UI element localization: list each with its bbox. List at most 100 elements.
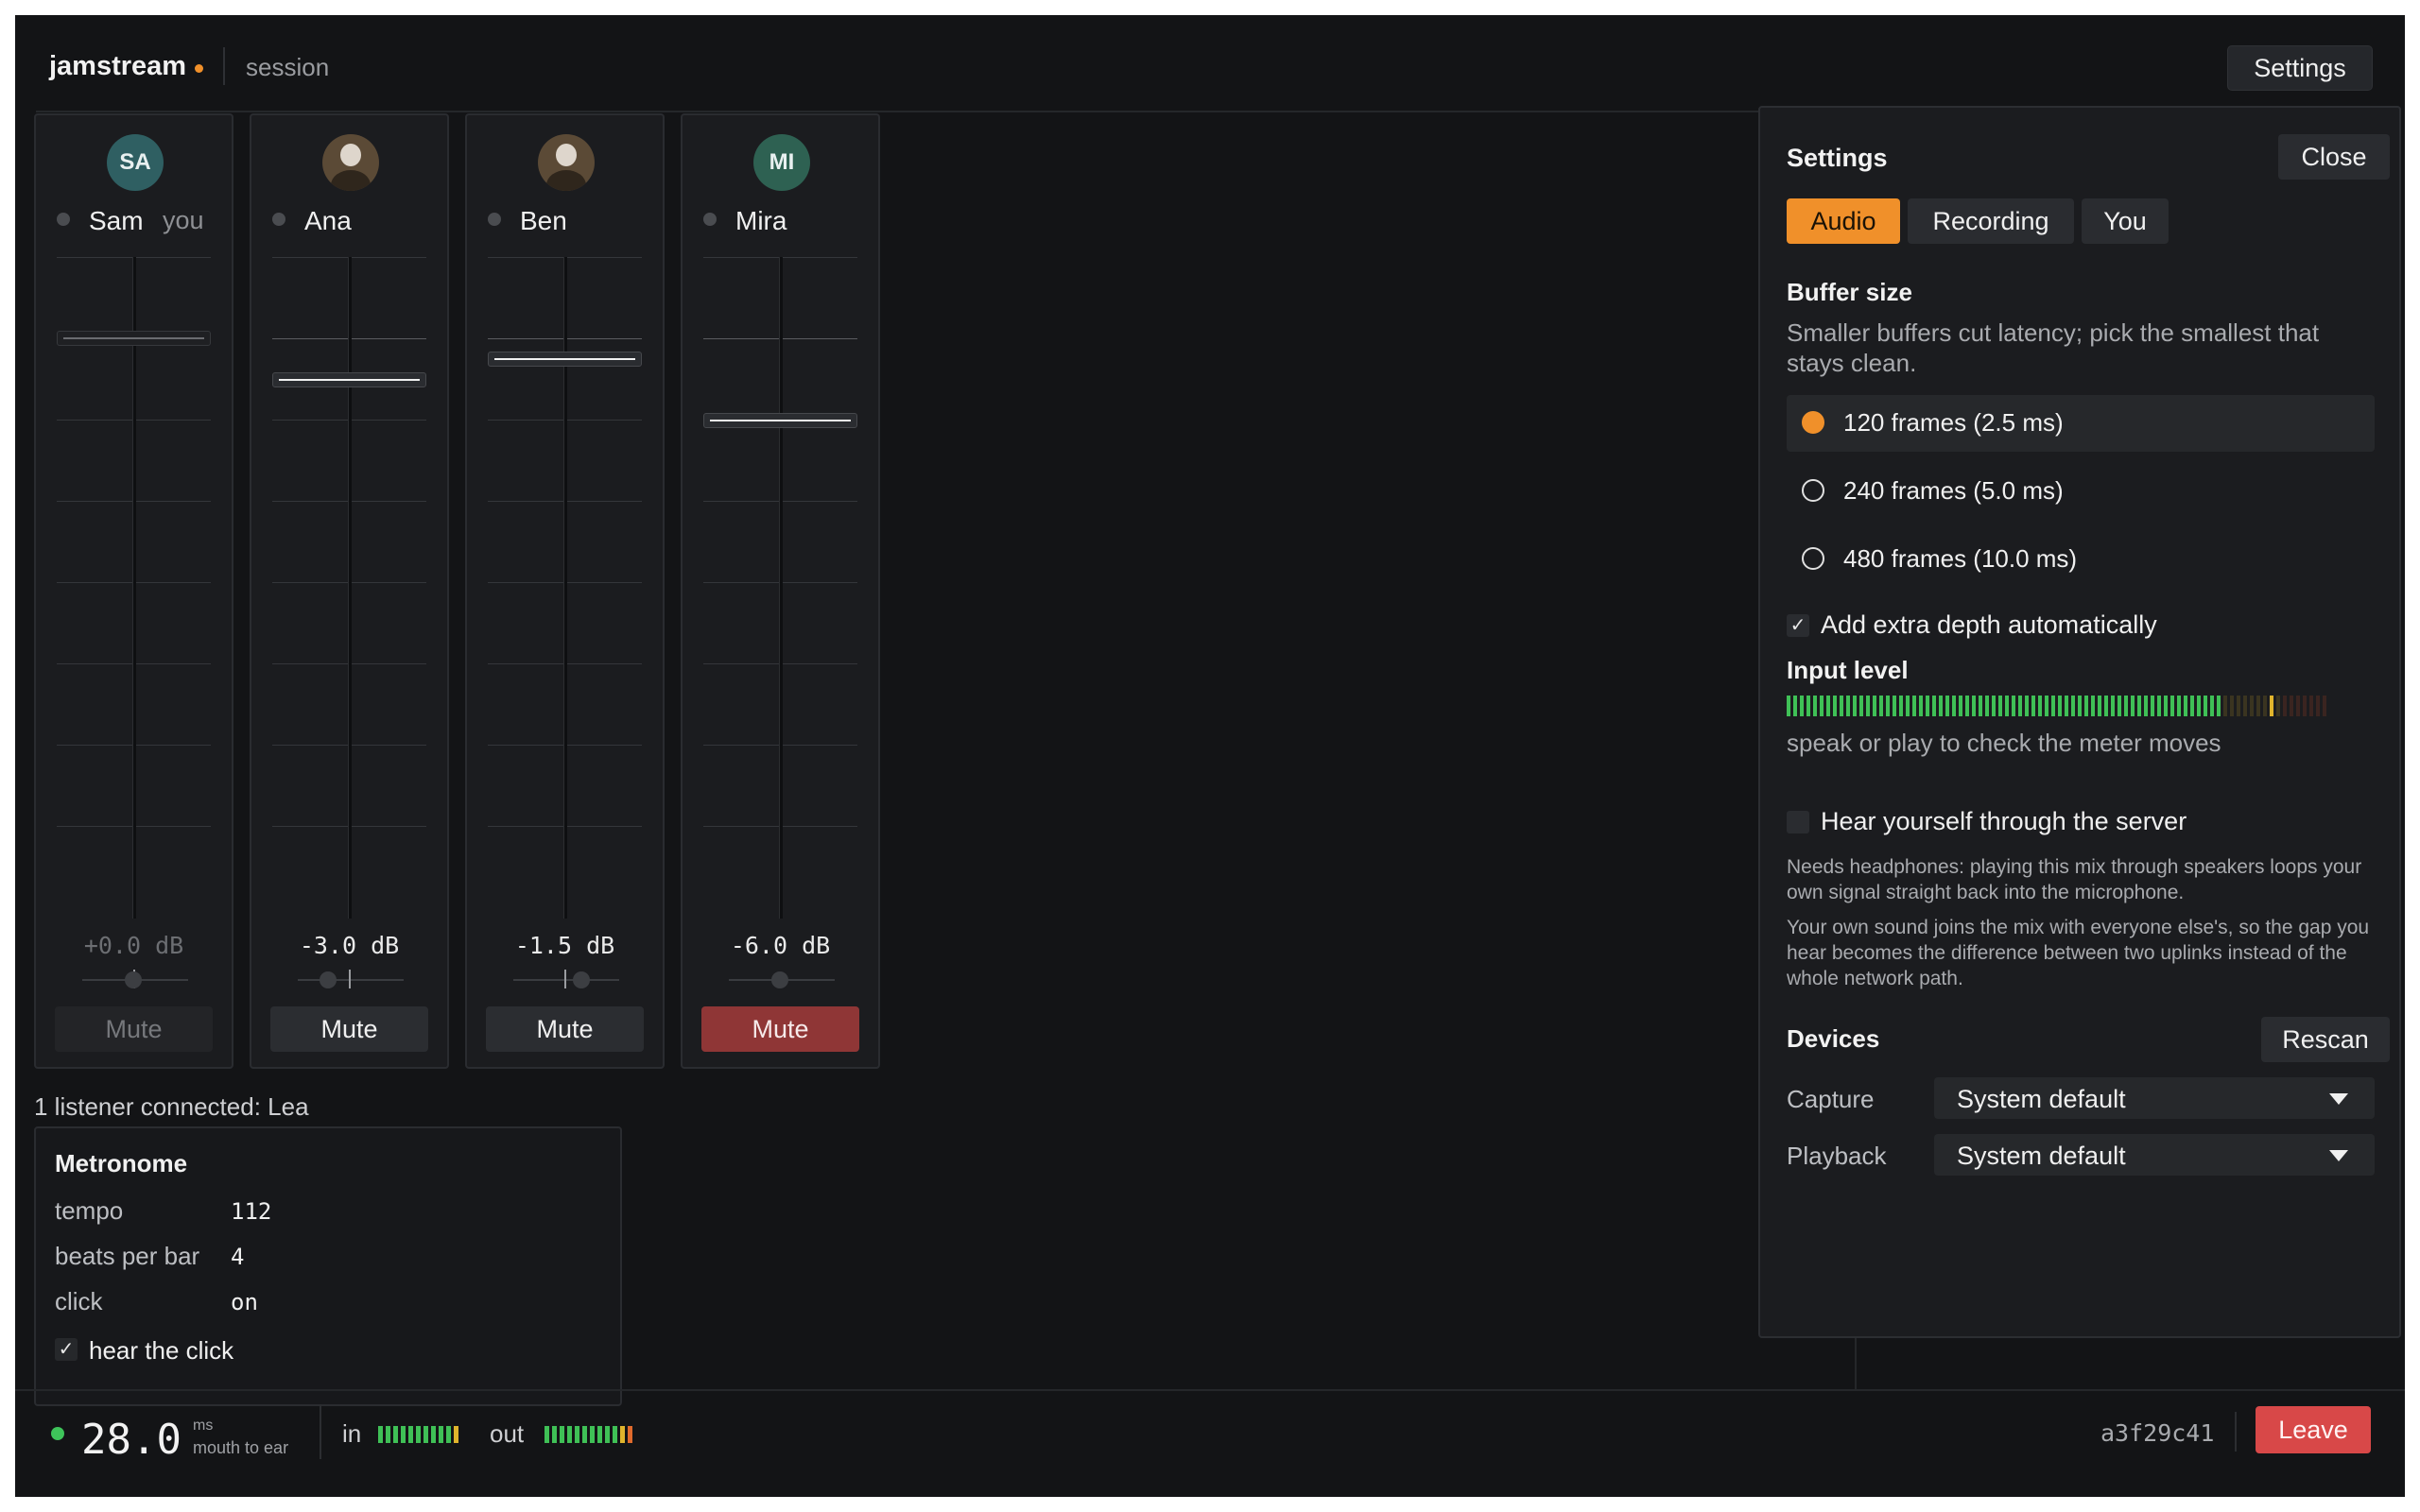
fader-handle[interactable] — [703, 413, 857, 428]
chevron-down-icon — [2329, 1150, 2348, 1161]
meter-segment — [2091, 696, 2095, 716]
output-meter — [544, 1426, 632, 1443]
playback-select[interactable]: System default — [1934, 1134, 2375, 1176]
latency-caption: mouth to ear — [193, 1438, 289, 1457]
fader-handle[interactable] — [488, 351, 642, 367]
mute-button[interactable]: Mute — [270, 1006, 428, 1052]
meter-segment — [1912, 696, 1916, 716]
buffer-option[interactable]: 120 frames (2.5 ms) — [1787, 395, 2375, 452]
channel-strip: MI Mira -6.0 dB Mute — [681, 113, 880, 1069]
meter-segment — [2018, 696, 2022, 716]
channel-strip: SA Sam you +0.0 dB Mute — [34, 113, 233, 1069]
meter-segment — [1840, 696, 1843, 716]
mute-button[interactable]: Mute — [701, 1006, 859, 1052]
fader[interactable] — [488, 257, 642, 919]
fader[interactable] — [57, 257, 211, 919]
meter-segment — [2104, 696, 2108, 716]
settings-panel: Settings Close Audio Recording You Buffe… — [1758, 106, 2401, 1338]
hear-click-label[interactable]: hear the click — [89, 1336, 233, 1366]
metronome-beats-value[interactable]: 4 — [231, 1244, 244, 1270]
extra-depth-checkbox[interactable]: ✓ — [1787, 614, 1809, 637]
monitor-note: Your own sound joins the mix with everyo… — [1787, 917, 2370, 989]
session-id: a3f29c41 — [2100, 1419, 2215, 1447]
meter-segment — [1846, 696, 1850, 716]
radio-unselected[interactable] — [1802, 479, 1824, 502]
monitor-checkbox[interactable] — [1787, 811, 1809, 833]
input-meter — [378, 1426, 458, 1443]
radio-unselected[interactable] — [1802, 547, 1824, 570]
tab-recording[interactable]: Recording — [1908, 198, 2074, 244]
leave-button[interactable]: Leave — [2256, 1406, 2371, 1453]
meter-segment — [2084, 696, 2088, 716]
channel-name: Sam — [89, 206, 144, 235]
metronome-tempo-value[interactable]: 112 — [231, 1198, 271, 1225]
meter-segment — [1906, 696, 1910, 716]
pan-knob[interactable] — [573, 971, 590, 988]
hear-click-checkbox[interactable]: ✓ — [55, 1338, 78, 1361]
buffer-option-label: 240 frames (5.0 ms) — [1843, 476, 2064, 505]
meter-segment — [2124, 696, 2128, 716]
pan-knob[interactable] — [125, 971, 142, 988]
metronome-panel: Metronome tempo 112 beats per bar 4 clic… — [34, 1126, 622, 1406]
buffer-option[interactable]: 480 frames (10.0 ms) — [1787, 531, 2375, 588]
meter-segment — [2197, 696, 2201, 716]
pan-knob[interactable] — [320, 971, 337, 988]
tab-audio[interactable]: Audio — [1787, 198, 1900, 244]
capture-select[interactable]: System default — [1934, 1077, 2375, 1119]
buffer-option[interactable]: 240 frames (5.0 ms) — [1787, 463, 2375, 520]
meter-segment — [2144, 696, 2148, 716]
meter-segment — [1972, 696, 1976, 716]
meter-segment — [2078, 696, 2082, 716]
buffer-option-label: 480 frames (10.0 ms) — [1843, 544, 2078, 573]
gain-readout: +0.0 dB — [83, 932, 184, 959]
monitor-label[interactable]: Hear yourself through the server — [1821, 807, 2187, 836]
extra-depth-label[interactable]: Add extra depth automatically — [1821, 610, 2157, 640]
fader[interactable] — [703, 257, 857, 919]
meter-segment — [2164, 696, 2168, 716]
meter-segment — [2190, 696, 2194, 716]
latency-unit: ms — [193, 1418, 214, 1434]
chevron-down-icon — [2329, 1093, 2348, 1105]
meter-segment — [1919, 696, 1923, 716]
meter-segment — [2065, 696, 2068, 716]
fader-handle[interactable] — [272, 371, 426, 387]
input-meter-label: in — [342, 1419, 362, 1448]
metronome-beats-label: beats per bar — [55, 1242, 200, 1270]
meter-segment — [1793, 696, 1797, 716]
section-label: session — [246, 53, 330, 81]
meter-segment — [1959, 696, 1962, 716]
meter-segment — [1893, 696, 1896, 716]
meter-segment — [2309, 696, 2313, 716]
close-button[interactable]: Close — [2278, 134, 2390, 180]
meter-segment — [1939, 696, 1943, 716]
radio-selected[interactable] — [1802, 411, 1824, 434]
mute-button[interactable]: Mute — [55, 1006, 213, 1052]
status-dot — [57, 213, 70, 226]
brand-logo: jamstream — [49, 51, 187, 81]
settings-button[interactable]: Settings — [2227, 45, 2373, 91]
footer-divider — [15, 1389, 2405, 1391]
pan-knob[interactable] — [771, 971, 788, 988]
fader-handle[interactable] — [57, 331, 211, 346]
meter-segment — [2131, 696, 2135, 716]
meter-segment — [2051, 696, 2055, 716]
meter-segment — [1787, 696, 1790, 716]
fader[interactable] — [272, 257, 426, 919]
meter-segment — [2230, 696, 2234, 716]
pan-slider[interactable] — [298, 979, 404, 981]
meter-segment — [1859, 696, 1863, 716]
meter-segment — [2323, 696, 2326, 716]
metronome-tempo-label: tempo — [55, 1196, 124, 1225]
meter-segment — [1985, 696, 1989, 716]
tab-you[interactable]: You — [2082, 198, 2169, 244]
meter-segment — [2276, 696, 2280, 716]
playback-value: System default — [1957, 1142, 2126, 1170]
meter-segment — [1886, 696, 1890, 716]
capture-value: System default — [1957, 1085, 2126, 1113]
rescan-button[interactable]: Rescan — [2261, 1017, 2390, 1062]
metronome-click-value[interactable]: on — [231, 1289, 258, 1315]
input-level-title: Input level — [1787, 656, 1909, 684]
meter-segment — [1826, 696, 1830, 716]
mute-button[interactable]: Mute — [486, 1006, 644, 1052]
pan-slider[interactable] — [513, 979, 619, 981]
